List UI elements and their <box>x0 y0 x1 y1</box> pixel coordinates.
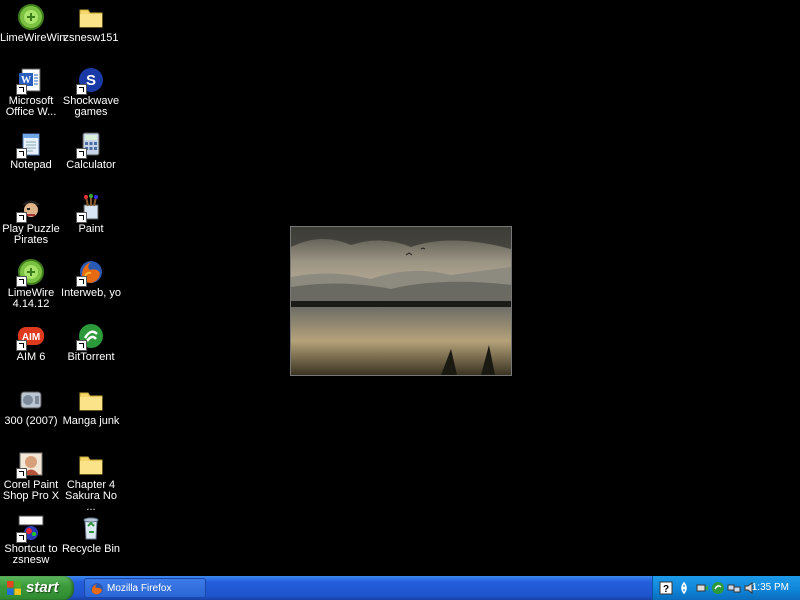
notepad-icon <box>16 130 45 159</box>
icon-label: 300 (2007) <box>4 415 58 427</box>
connection-icon[interactable] <box>727 581 741 595</box>
puzzle-pirates-icon <box>16 194 45 223</box>
shortcut-arrow-icon <box>16 532 27 543</box>
safely-remove-icon[interactable] <box>695 581 709 595</box>
shortcut-arrow-icon <box>76 148 87 159</box>
shortcut-arrow-icon <box>16 212 27 223</box>
folder-icon <box>77 450 105 478</box>
desktop-icon-notepad[interactable]: Notepad <box>0 130 62 171</box>
shortcut-arrow-icon <box>76 276 87 287</box>
desktop-icon-zsnesw151[interactable]: zsnesw151 <box>60 3 122 44</box>
icon-label: Interweb, yo <box>61 287 121 299</box>
svg-text:S: S <box>86 72 96 89</box>
icon-label: zsnesw151 <box>63 32 119 44</box>
icon-label: Chapter 4 Sakura No ... <box>65 479 117 513</box>
desktop[interactable]: LimeWireWin W Microsoft Office W... Note… <box>0 0 800 576</box>
desktop-icon-recycle-bin[interactable]: Recycle Bin <box>60 514 122 555</box>
video-file-icon <box>17 386 45 414</box>
paint-icon <box>76 194 105 223</box>
shortcut-arrow-icon <box>16 340 27 351</box>
desktop-icon-aim[interactable]: AIM AIM 6 <box>0 322 62 363</box>
firefox-icon <box>91 583 103 595</box>
help-icon[interactable]: ? <box>659 581 673 595</box>
desktop-icon-corel-paint-shop[interactable]: Corel Paint Shop Pro X <box>0 450 62 502</box>
icon-label: Microsoft Office W... <box>5 95 57 118</box>
icon-label: AIM 6 <box>16 351 46 363</box>
icon-label: Shortcut to zsnesw <box>4 543 58 566</box>
firefox-icon <box>76 258 105 287</box>
icon-label: Shockwave games <box>62 95 120 118</box>
limewire-icon <box>17 3 45 31</box>
desktop-icon-shockwave-games[interactable]: S Shockwave games <box>60 66 122 118</box>
bittorrent-icon <box>76 322 105 351</box>
corel-paint-shop-icon <box>16 450 45 479</box>
zsnes-icon <box>16 514 45 543</box>
bittorrent-tray-icon[interactable] <box>711 581 725 595</box>
desktop-icon-limewire[interactable]: LimeWire 4.14.12 <box>0 258 62 310</box>
icon-label: Recycle Bin <box>61 543 121 555</box>
start-button[interactable]: start <box>0 576 74 600</box>
icon-label: Paint <box>78 223 104 235</box>
desktop-icon-chapter-4-sakura[interactable]: Chapter 4 Sakura No ... <box>60 450 122 513</box>
taskbar: start Mozilla Firefox ? 1:35 PM <box>0 576 800 600</box>
desktop-icon-manga-junk[interactable]: Manga junk <box>60 386 122 427</box>
desktop-icon-puzzle-pirates[interactable]: Play Puzzle Pirates <box>0 194 62 246</box>
shockwave-icon: S <box>76 66 105 95</box>
task-label: Mozilla Firefox <box>107 583 172 594</box>
shortcut-arrow-icon <box>76 84 87 95</box>
landscape-wallpaper-image <box>290 226 512 376</box>
recycle-bin-icon <box>77 514 105 542</box>
aim-icon: AIM <box>16 322 45 351</box>
icon-label: Corel Paint Shop Pro X <box>2 479 60 502</box>
icon-label: Play Puzzle Pirates <box>2 223 60 246</box>
icon-label: Notepad <box>10 159 52 171</box>
shortcut-arrow-icon <box>76 212 87 223</box>
folder-icon <box>77 3 105 31</box>
desktop-icon-300-2007[interactable]: 300 (2007) <box>0 386 62 427</box>
desktop-icon-limewirewin[interactable]: LimeWireWin <box>0 3 66 44</box>
folder-icon <box>77 386 105 414</box>
system-tray: ? 1:35 PM <box>652 576 800 600</box>
icon-label: BitTorrent <box>67 351 115 363</box>
start-label: start <box>26 579 59 596</box>
windows-logo-icon <box>7 581 21 595</box>
shortcut-arrow-icon <box>16 276 27 287</box>
desktop-icon-interweb-yo[interactable]: Interweb, yo <box>60 258 122 299</box>
desktop-icon-bittorrent[interactable]: BitTorrent <box>60 322 122 363</box>
word-icon: W <box>16 66 45 95</box>
shortcut-arrow-icon <box>16 468 27 479</box>
calculator-icon <box>76 130 105 159</box>
desktop-icon-shortcut-zsnesw[interactable]: Shortcut to zsnesw <box>0 514 62 566</box>
desktop-icon-microsoft-office-word[interactable]: W Microsoft Office W... <box>0 66 62 118</box>
shortcut-arrow-icon <box>76 340 87 351</box>
icon-label: LimeWireWin <box>0 32 66 44</box>
taskbar-button-firefox[interactable]: Mozilla Firefox <box>84 578 206 598</box>
icon-label: LimeWire 4.14.12 <box>7 287 55 310</box>
desktop-icon-calculator[interactable]: Calculator <box>60 130 122 171</box>
desktop-icon-paint[interactable]: Paint <box>60 194 122 235</box>
network-icon[interactable] <box>677 581 691 595</box>
shortcut-arrow-icon <box>16 148 27 159</box>
svg-text:?: ? <box>663 584 669 595</box>
limewire-icon <box>16 258 45 287</box>
icon-label: Manga junk <box>62 415 120 427</box>
icon-label: Calculator <box>66 159 116 171</box>
shortcut-arrow-icon <box>16 84 27 95</box>
clock[interactable]: 1:35 PM <box>752 576 789 600</box>
